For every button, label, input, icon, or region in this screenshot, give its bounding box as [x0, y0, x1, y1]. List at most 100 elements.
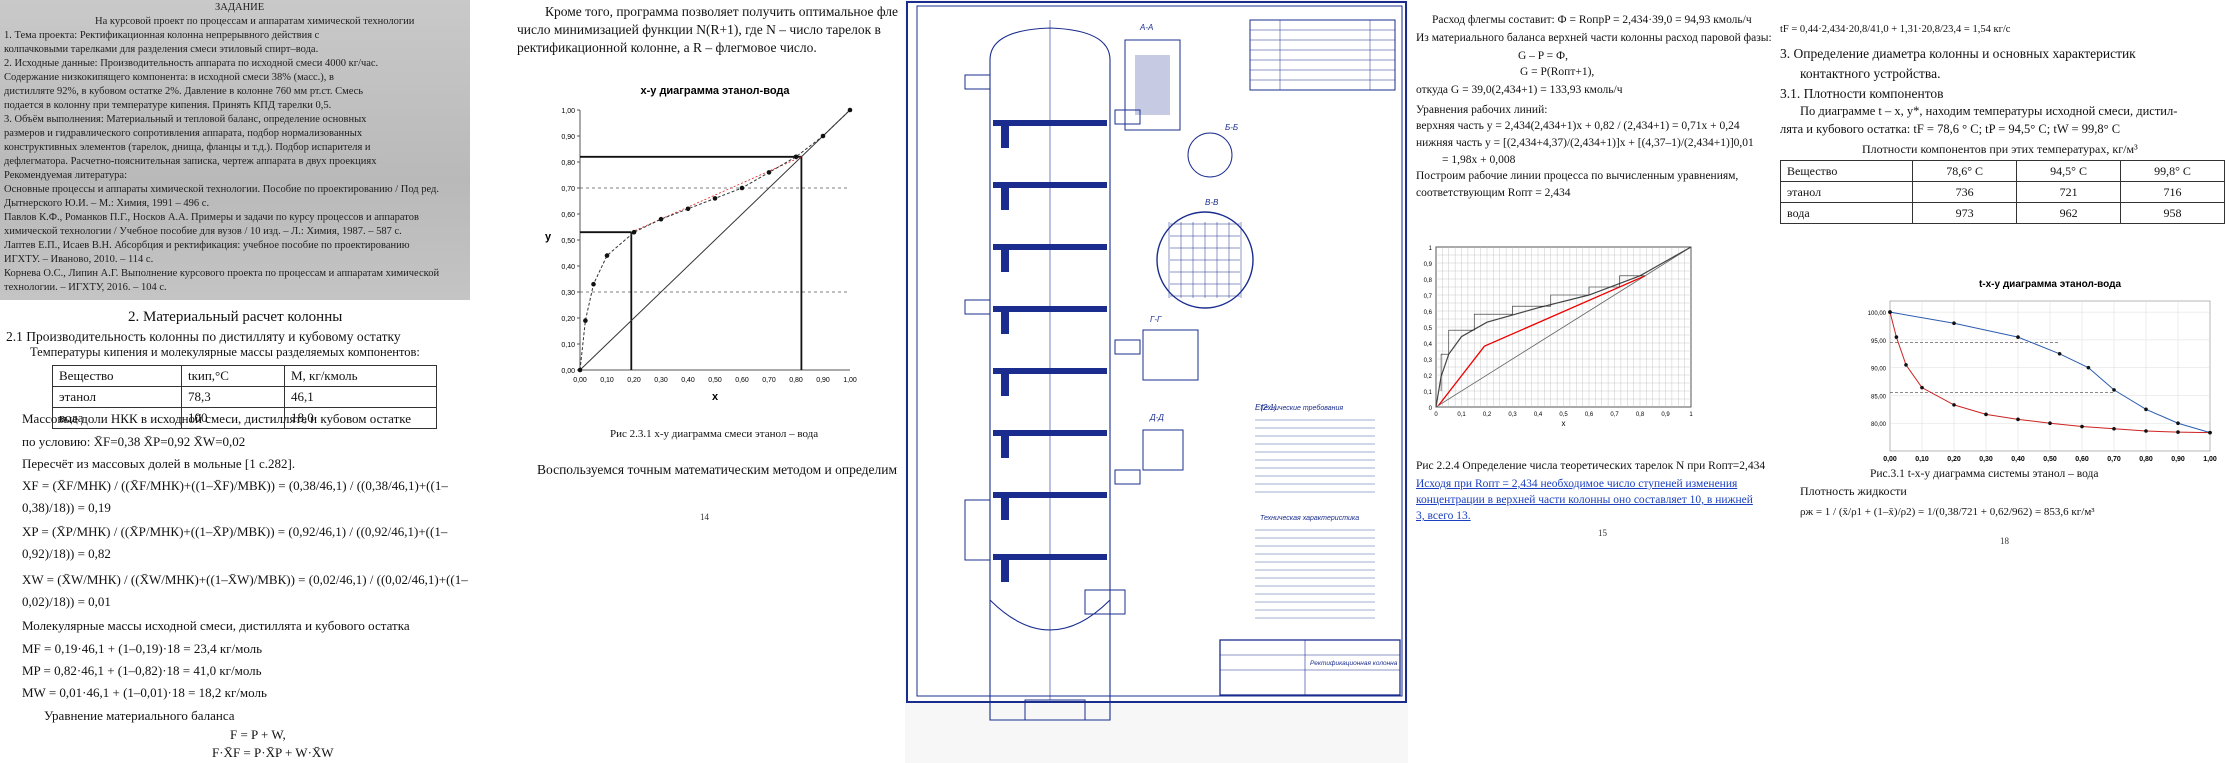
- technical-drawing: А-АБ-БВ-ВГ-ГД-ДЕ(2:1)Технические требова…: [906, 1, 1407, 721]
- y-tick-label: 100,00: [1868, 311, 1887, 317]
- scan-line: ЗАДАНИЕ: [215, 2, 265, 13]
- data-point: [1952, 321, 1956, 326]
- table-cell: вода: [1780, 202, 1914, 224]
- data-point: [2144, 429, 2148, 433]
- downcomer: [1001, 188, 1009, 210]
- data-point: [820, 133, 826, 139]
- table-cell: 99,8° С: [2120, 160, 2225, 182]
- table-cell: 958: [2120, 202, 2225, 224]
- x-tick-label: 0,70: [762, 377, 776, 384]
- assignment-scan: ЗАДАНИЕ На курсовой проект по процессам и…: [0, 0, 470, 300]
- table-cell: 721: [2016, 181, 2122, 203]
- view-label: Д-Д: [1149, 413, 1164, 422]
- scan-line: 2. Исходные данные: Производительность а…: [4, 58, 379, 69]
- table-row: этанол 736 721 716: [1780, 181, 2225, 203]
- y-tick-label: 0,50: [561, 238, 575, 245]
- scan-line: конструктивных элементов (тарелок, днища…: [4, 142, 371, 153]
- tray: [993, 120, 1107, 126]
- chart-title: x-y диаграмма этанол-вода: [640, 85, 790, 97]
- y-tick-label: 0,40: [561, 264, 575, 271]
- page-number: 15: [1598, 528, 1607, 538]
- x-tick-label: 0,20: [627, 377, 641, 384]
- x-tick-label: 0,90: [2171, 456, 2185, 463]
- x-tick-label: 0,50: [2043, 456, 2057, 463]
- scan-line: Основные процессы и аппараты химической …: [4, 184, 439, 195]
- x-tick-label: 0,20: [1947, 456, 1961, 463]
- note-line-1: Исходя при Rопт = 2,434 необходимое числ…: [1416, 478, 1738, 490]
- tray: [993, 244, 1107, 250]
- y-tick-label: 0,80: [561, 160, 575, 167]
- y-tick-label: 0,4: [1424, 342, 1433, 348]
- view-label: А-А: [1139, 23, 1153, 32]
- calc-line: XF = (X̄F/MНК) / ((X̄F/MНК)+((1–X̄F)/MВК…: [22, 478, 448, 493]
- calc-line: XP = (X̄P/MНК) / ((X̄P/MНК)+((1–X̄P)/MВК…: [22, 524, 448, 539]
- downcomer: [1001, 560, 1009, 582]
- y-tick-label: 85,00: [1871, 394, 1887, 400]
- data-point: [793, 154, 799, 160]
- heading-line-2: контактного устройства.: [1800, 66, 1941, 81]
- text-line: G = P(Rопт+1),: [1520, 66, 1595, 78]
- data-point: [591, 281, 596, 287]
- x-tick-label: 0,4: [1534, 412, 1543, 418]
- x-tick-label: 0,40: [2011, 456, 2025, 463]
- x-tick-label: 0,5: [1559, 412, 1568, 418]
- tray: [993, 554, 1107, 560]
- scan-line: Павлов К.Ф., Романков П.Г., Носков А.А. …: [4, 212, 419, 223]
- x-tick-label: 0,8: [1636, 412, 1645, 418]
- y-tick-label: 1: [1429, 246, 1433, 252]
- tray: [993, 492, 1107, 498]
- data-point: [739, 185, 745, 191]
- y-tick-label: 0,70: [561, 186, 575, 193]
- y-tick-label: 0,30: [561, 290, 575, 297]
- x-tick-label: 0,2: [1483, 412, 1492, 418]
- intro-line-1: Кроме того, программа позволяет получить…: [545, 4, 898, 19]
- data-point: [604, 253, 610, 258]
- data-point: [2016, 335, 2020, 339]
- y-tick-label: 0,6: [1424, 310, 1433, 316]
- x-tick-label: 0,60: [735, 377, 749, 384]
- scan-line: дефлегматора. Расчетно-пояснительная зап…: [4, 156, 377, 167]
- data-point: [2112, 426, 2116, 431]
- table-cell: 973: [1912, 202, 2018, 224]
- y-tick-label: 90,00: [1871, 367, 1887, 373]
- section-heading: 2. Материальный расчет колонны: [128, 309, 343, 325]
- scan-line: ИГХТУ. – Иваново, 2010. – 114 с.: [4, 254, 154, 265]
- x-tick-label: 0,10: [1915, 456, 1929, 463]
- scan-line: технологии. – ИГХТУ, 2016. – 104 с.: [4, 282, 167, 293]
- x-tick-label: 0,9: [1661, 412, 1670, 418]
- y-tick-label: 0,5: [1424, 326, 1433, 332]
- data-point: [2176, 430, 2180, 434]
- calc-line: 0,38)/18)) = 0,19: [22, 500, 111, 515]
- x-tick-label: 1: [1689, 412, 1693, 418]
- table-cell: Вещество: [1780, 160, 1914, 182]
- diagonal-line: [579, 109, 851, 371]
- table-header: tкип,°C: [180, 365, 285, 387]
- view-label: В-В: [1205, 198, 1219, 207]
- x-tick-label: 0,70: [2107, 456, 2121, 463]
- x-tick-label: 0,60: [2075, 456, 2089, 463]
- calc-line: F·X̄F = P·X̄P + W·X̄W: [212, 745, 334, 760]
- text-line: Построим рабочие линии процесса по вычис…: [1416, 170, 1739, 182]
- page-xy-diagram: Кроме того, программа позволяет получить…: [505, 0, 898, 763]
- calc-line: XW = (X̄W/MНК) / ((X̄W/MНК)+((1–X̄W)/MВК…: [22, 572, 468, 587]
- x-tick-label: 1,00: [843, 377, 857, 384]
- data-point: [631, 229, 637, 235]
- figure-caption: Рис.3.1 t-x-y диаграмма системы этанол –…: [1870, 468, 2099, 480]
- txy-chart: t-x-y диаграмма этанол-вода 80,00 85,00 90,…: [1868, 279, 2217, 463]
- calc-line: 0,02)/18)) = 0,01: [22, 594, 111, 609]
- text-line-2: лята и кубового остатка: tF = 78,6 ° С; …: [1780, 122, 2121, 136]
- x-axis-label: x: [712, 391, 719, 403]
- table-intro: Температуры кипения и молекулярные массы…: [30, 345, 420, 359]
- data-point: [1920, 385, 1924, 390]
- y-tick-label: 0,2: [1424, 374, 1433, 380]
- density-formula: ρж = 1 / (x̄/ρ1 + (1–x̄)/ρ2) = 1/(0,38/7…: [1800, 506, 2095, 518]
- data-point: [658, 216, 664, 222]
- x-tick-label: 0,7: [1610, 412, 1619, 418]
- table-cell: 716: [2120, 181, 2225, 203]
- text-line: Из материального баланса верхней части к…: [1416, 32, 1772, 44]
- intro-line-2: число минимизацией функции N(R+1), где N…: [517, 22, 881, 37]
- top-formula: tF = 0,44·2,434·20,8/41,0 + 1,31·20,8/23…: [1780, 24, 2011, 35]
- tray: [993, 182, 1107, 188]
- text-line: = 1,98x + 0,008: [1442, 154, 1516, 166]
- y-tick-label: 0,8: [1424, 278, 1433, 284]
